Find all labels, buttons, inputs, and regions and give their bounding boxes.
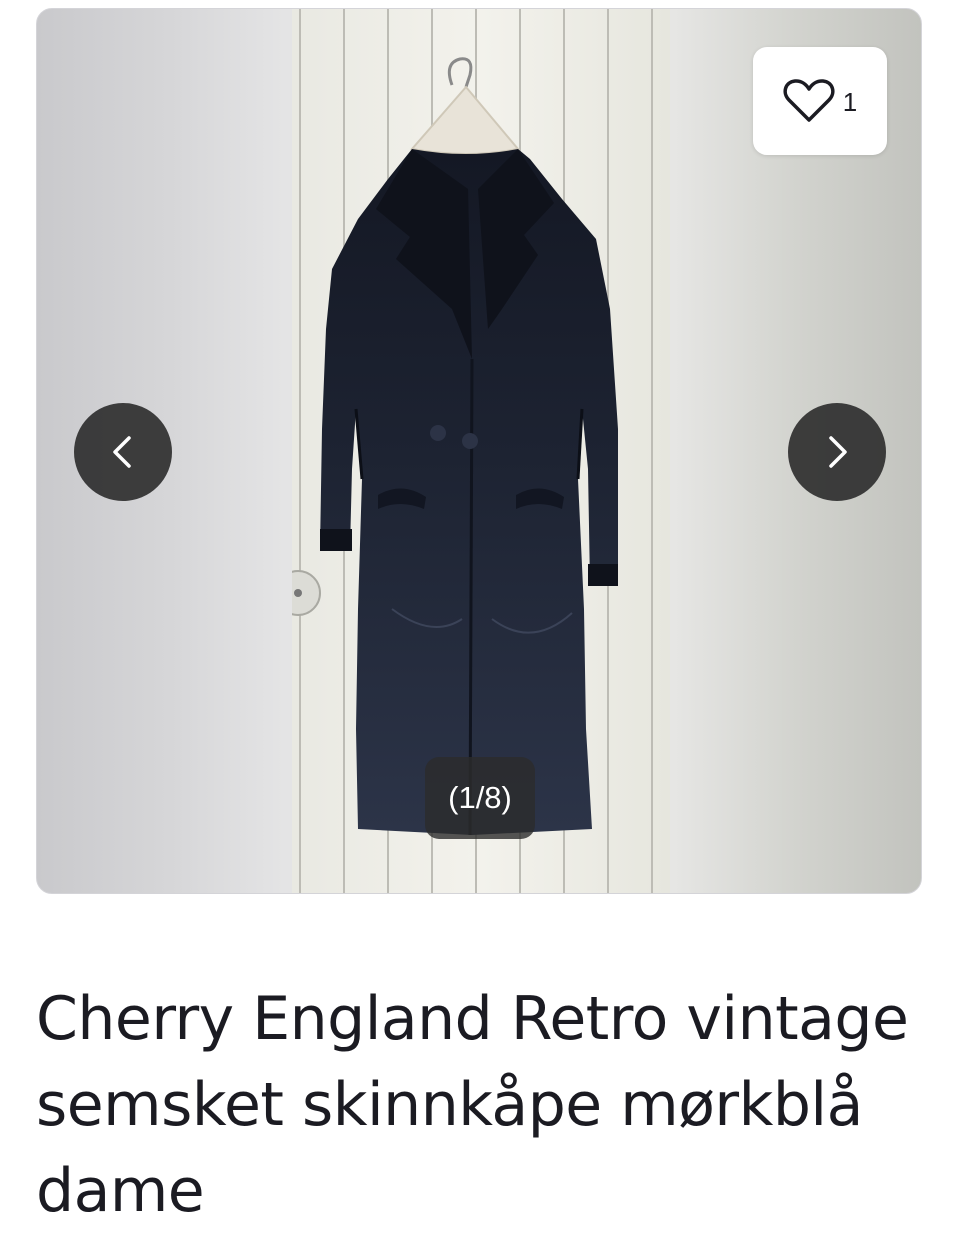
listing-title: Cherry England Retro vintage semsket ski… <box>36 984 909 1226</box>
image-gallery[interactable]: 1 (1/8) <box>36 8 922 894</box>
next-image-button[interactable] <box>788 403 886 501</box>
chevron-right-icon <box>829 436 847 468</box>
favorite-button[interactable]: 1 <box>753 47 887 155</box>
previous-image-button[interactable] <box>74 403 172 501</box>
heart-outline-icon <box>783 79 835 122</box>
image-counter: (1/8) <box>425 757 535 839</box>
chevron-left-icon <box>113 436 131 468</box>
favorite-count: 1 <box>842 87 858 117</box>
